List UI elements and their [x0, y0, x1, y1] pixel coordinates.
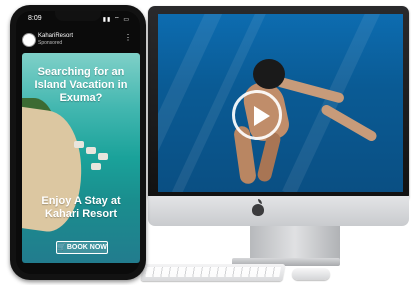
account-name[interactable]: KahariResort [38, 33, 73, 39]
sponsored-label: Sponsored [38, 40, 63, 46]
light-ray [282, 14, 388, 192]
status-bar: 8:09 ▮▮ ⌔ ▭ [16, 11, 140, 29]
ad-cta-text: Enjoy A Stay at Kahari Resort [41, 195, 121, 220]
book-now-label: BOOK NOW [66, 244, 107, 251]
phone-device: 8:09 ▮▮ ⌔ ▭ KahariResort Sponsored ⋮ Sea… [10, 5, 146, 280]
play-icon [254, 106, 270, 126]
post-header: KahariResort Sponsored ⋮ [16, 29, 140, 53]
status-time: 8:09 [28, 15, 42, 22]
phone-screen: 8:09 ▮▮ ⌔ ▭ KahariResort Sponsored ⋮ Sea… [16, 11, 140, 274]
mouse [292, 268, 330, 280]
ad-creative[interactable]: Searching for an Island Vacation in Exum… [22, 53, 140, 263]
hut [98, 153, 108, 160]
book-now-button[interactable]: 🛒BOOK NOW [56, 241, 108, 254]
status-icons: ▮▮ ⌔ ▭ [102, 17, 130, 23]
more-options-icon[interactable]: ⋮ [124, 33, 132, 42]
diver-head [253, 59, 285, 89]
keyboard [140, 264, 286, 281]
phone-notch [55, 11, 101, 21]
hut [86, 147, 96, 154]
play-button[interactable] [232, 90, 282, 140]
avatar[interactable] [22, 33, 36, 47]
imac-chin [148, 196, 409, 226]
ad-headline: Searching for an Island Vacation in Exum… [34, 66, 128, 104]
hut [91, 163, 101, 170]
imac-stand [250, 226, 340, 260]
hut [74, 141, 84, 148]
apple-logo-icon [252, 199, 264, 216]
cart-icon: 🛒 [57, 244, 66, 251]
